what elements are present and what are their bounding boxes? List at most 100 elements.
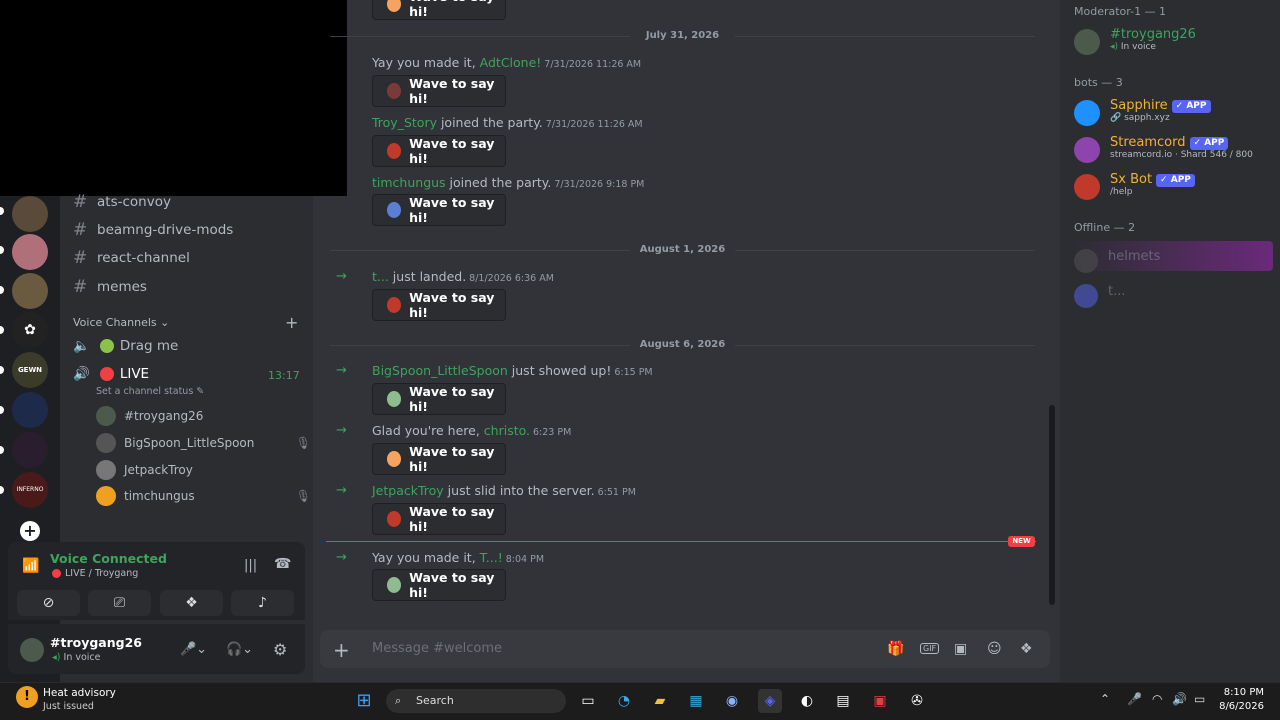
welcome-message: Yay you made it, AdtClone! 7/31/2026 11:2… bbox=[372, 55, 642, 70]
settings-app-icon[interactable]: ✇ bbox=[905, 689, 929, 713]
channel-memes[interactable]: # memes bbox=[73, 277, 147, 297]
avatar bbox=[96, 486, 116, 506]
avatar bbox=[96, 433, 116, 453]
server-icon[interactable]: INFERNO bbox=[12, 472, 48, 508]
channel-status[interactable]: Set a channel status ✎ bbox=[96, 386, 204, 397]
voice-user[interactable]: #troygang26 bbox=[96, 406, 203, 426]
add-attachment-icon[interactable]: + bbox=[333, 638, 350, 662]
taskbar-search[interactable]: ⌕ Search bbox=[386, 689, 566, 713]
screen-share-button[interactable]: ⎚ bbox=[88, 590, 151, 616]
member-item[interactable]: Sx Bot ✓ APP/help bbox=[1074, 172, 1195, 200]
discord-icon[interactable]: ◈ bbox=[758, 689, 782, 713]
wave-button[interactable]: Wave to say hi! bbox=[372, 0, 506, 20]
start-icon[interactable]: ⊞ bbox=[352, 689, 376, 713]
user-name: #troygang26 bbox=[50, 635, 142, 650]
emoji-icon[interactable]: ☺ bbox=[987, 641, 1002, 657]
volume-icon[interactable]: 🔊 bbox=[1172, 692, 1187, 706]
mic-tray-icon[interactable]: 🎤 bbox=[1127, 692, 1142, 706]
voice-user[interactable]: timchungus 🎙 bbox=[96, 486, 311, 506]
taskbar bbox=[0, 682, 1280, 720]
hash-icon: # bbox=[73, 192, 88, 212]
message-input[interactable]: Message #welcome bbox=[372, 641, 502, 656]
app-icon[interactable]: ◐ bbox=[795, 689, 819, 713]
channel-ats-convoy[interactable]: # ats-convoy bbox=[73, 192, 171, 212]
member-item[interactable]: t... bbox=[1074, 282, 1126, 308]
server-icon[interactable] bbox=[12, 392, 48, 428]
welcome-message: Yay you made it, T...! 8:04 PM bbox=[372, 550, 545, 565]
channel-react[interactable]: # react-channel bbox=[73, 248, 190, 268]
voice-connected-sub[interactable]: LIVE / Troygang bbox=[52, 568, 138, 579]
add-channel-icon[interactable]: + bbox=[285, 313, 298, 332]
activities-button[interactable]: ❖ bbox=[160, 590, 223, 616]
avatar[interactable] bbox=[20, 638, 44, 662]
sticker-icon[interactable]: ▣ bbox=[954, 641, 967, 657]
add-server-icon[interactable]: + bbox=[20, 521, 40, 541]
wifi-icon[interactable]: ◠ bbox=[1152, 692, 1162, 706]
explorer-icon[interactable]: ▰ bbox=[648, 689, 672, 713]
truck-icon[interactable]: ▤ bbox=[831, 689, 855, 713]
server-icon[interactable]: GEWN bbox=[12, 352, 48, 388]
voice-channel-drag-me[interactable]: 🔈 Drag me bbox=[73, 338, 178, 354]
join-arrow-icon: → bbox=[336, 363, 347, 378]
soundboard-button[interactable]: ♪ bbox=[231, 590, 294, 616]
hash-icon: # bbox=[73, 220, 88, 240]
clock-time[interactable]: 8:10 PM bbox=[1222, 687, 1264, 698]
voice-channel-live[interactable]: 🔊 LIVE bbox=[73, 366, 149, 382]
app-icon[interactable]: ▣ bbox=[868, 689, 892, 713]
server-icon[interactable] bbox=[12, 273, 48, 309]
wave-button[interactable]: Wave to say hi! bbox=[372, 503, 506, 535]
activities-icon: ❖ bbox=[185, 595, 198, 611]
weather-warning-icon[interactable]: ! bbox=[16, 686, 38, 708]
search-icon: ⌕ bbox=[395, 694, 402, 707]
wave-button[interactable]: Wave to say hi! bbox=[372, 75, 506, 107]
disconnect-icon[interactable]: ☎ bbox=[274, 556, 291, 572]
stream-preview[interactable] bbox=[0, 0, 347, 196]
wave-button[interactable]: Wave to say hi! bbox=[372, 289, 506, 321]
battery-icon[interactable]: ▭ bbox=[1194, 692, 1205, 706]
headset-icon[interactable]: 🎧⌄ bbox=[226, 642, 253, 657]
weather-title[interactable]: Heat advisory bbox=[43, 687, 116, 699]
member-item[interactable]: Streamcord ✓ APP streamcord.io · Shard 546… bbox=[1074, 135, 1253, 163]
server-icon[interactable] bbox=[12, 196, 48, 232]
mic-icon[interactable]: 🎤⌄ bbox=[180, 642, 207, 657]
speaker-icon: 🔈 bbox=[73, 338, 90, 354]
voice-user[interactable]: JetpackTroy bbox=[96, 460, 193, 480]
wave-button[interactable]: Wave to say hi! bbox=[372, 443, 506, 475]
server-icon[interactable]: ✿ bbox=[12, 312, 48, 348]
server-icon[interactable] bbox=[12, 234, 48, 270]
join-arrow-icon: → bbox=[336, 269, 347, 284]
gift-icon[interactable]: 🎁 bbox=[887, 641, 904, 657]
apps-icon[interactable]: ❖ bbox=[1020, 641, 1033, 657]
signal-icon[interactable]: 📶 bbox=[22, 558, 39, 574]
join-arrow-icon: → bbox=[336, 423, 347, 438]
noise-suppression-icon[interactable]: ||| bbox=[244, 558, 257, 573]
camera-off-button[interactable]: ⊘ bbox=[17, 590, 80, 616]
tray-chevron-icon[interactable]: ⌃ bbox=[1100, 692, 1110, 706]
edge-icon[interactable]: ◔ bbox=[612, 689, 636, 713]
voice-connected-title: Voice Connected bbox=[50, 551, 167, 566]
wave-button[interactable]: Wave to say hi! bbox=[372, 383, 506, 415]
scrollbar[interactable] bbox=[1049, 405, 1055, 605]
voice-icon: ◂) bbox=[52, 652, 61, 663]
task-view-icon[interactable]: ▭ bbox=[576, 689, 600, 713]
link-icon: 🔗 bbox=[1110, 113, 1122, 123]
wave-button[interactable]: Wave to say hi! bbox=[372, 194, 506, 226]
server-icon[interactable] bbox=[12, 432, 48, 468]
member-item[interactable]: Sapphire ✓ APP 🔗 sapph.xyz bbox=[1074, 98, 1211, 126]
member-item[interactable]: helmets bbox=[1074, 247, 1160, 273]
date-divider: August 6, 2026 bbox=[330, 339, 1035, 350]
channel-beamng[interactable]: # beamng-drive-mods bbox=[73, 220, 233, 240]
wave-button[interactable]: Wave to say hi! bbox=[372, 135, 506, 167]
gif-icon[interactable]: GIF bbox=[920, 643, 940, 654]
gear-icon[interactable]: ⚙ bbox=[273, 640, 287, 659]
live-dot-icon bbox=[99, 367, 114, 381]
avatar bbox=[1074, 100, 1100, 126]
welcome-message: JetpackTroy just slid into the server. 6:… bbox=[372, 483, 636, 498]
steam-icon[interactable]: ◉ bbox=[720, 689, 744, 713]
voice-timer: 13:17 bbox=[268, 369, 300, 382]
wave-button[interactable]: Wave to say hi! bbox=[372, 569, 506, 601]
voice-channels-header[interactable]: Voice Channels ⌄ bbox=[73, 316, 169, 329]
voice-user[interactable]: BigSpoon_LittleSpoon 🎙 bbox=[96, 433, 311, 453]
member-item[interactable]: #troygang26 ◂) In voice bbox=[1074, 27, 1196, 55]
store-icon[interactable]: ▦ bbox=[684, 689, 708, 713]
